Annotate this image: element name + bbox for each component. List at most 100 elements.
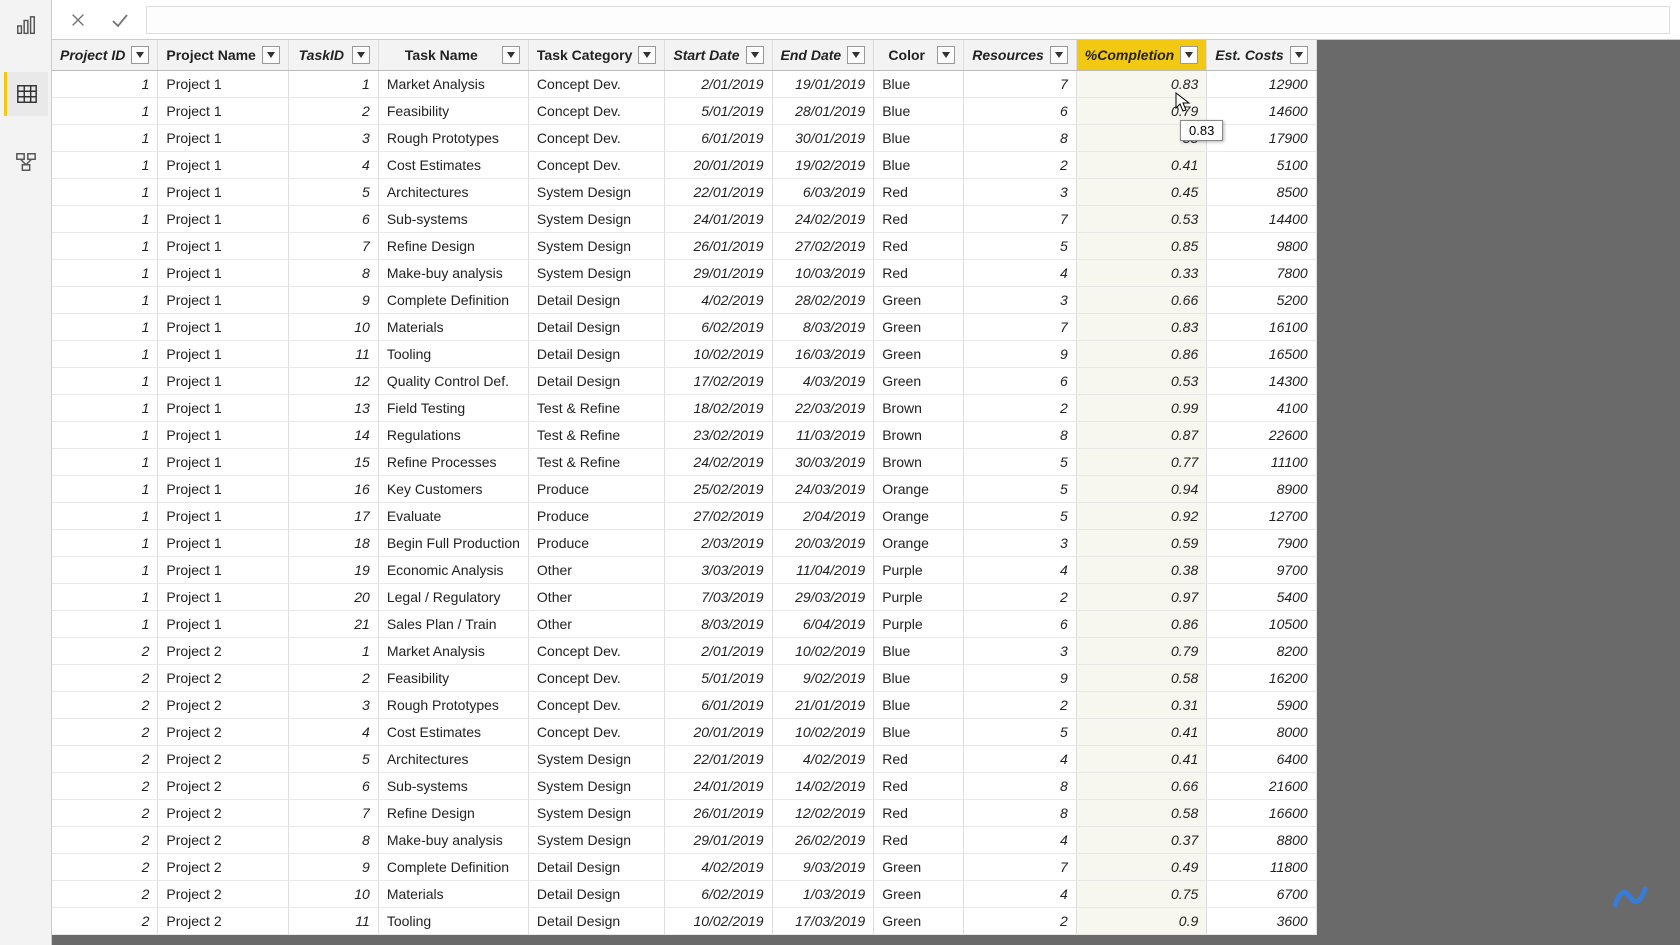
cell-pct[interactable]: 0.38: [1076, 556, 1206, 583]
cell-pct[interactable]: 0.53: [1076, 367, 1206, 394]
cell-resources[interactable]: 6: [964, 97, 1077, 124]
cell-category[interactable]: Detail Design: [528, 286, 664, 313]
table-row[interactable]: 1Project 19Complete DefinitionDetail Des…: [52, 286, 1316, 313]
cell-task_name[interactable]: Evaluate: [378, 502, 528, 529]
cell-color[interactable]: Green: [874, 313, 964, 340]
cell-task_name[interactable]: Rough Prototypes: [378, 124, 528, 151]
cell-task_id[interactable]: 4: [288, 718, 378, 745]
cell-task_name[interactable]: Make-buy analysis: [378, 826, 528, 853]
cell-project_name[interactable]: Project 2: [158, 745, 288, 772]
cell-pct[interactable]: 0.41: [1076, 151, 1206, 178]
cell-color[interactable]: Red: [874, 799, 964, 826]
table-row[interactable]: 2Project 210MaterialsDetail Design6/02/2…: [52, 880, 1316, 907]
cell-start[interactable]: 2/03/2019: [665, 529, 772, 556]
cell-task_id[interactable]: 16: [288, 475, 378, 502]
cell-task_name[interactable]: Feasibility: [378, 664, 528, 691]
cell-project_id[interactable]: 1: [52, 97, 158, 124]
cell-resources[interactable]: 3: [964, 286, 1077, 313]
cell-project_id[interactable]: 1: [52, 421, 158, 448]
cell-task_name[interactable]: Make-buy analysis: [378, 259, 528, 286]
cell-color[interactable]: Orange: [874, 529, 964, 556]
table-row[interactable]: 1Project 111ToolingDetail Design10/02/20…: [52, 340, 1316, 367]
cell-task_id[interactable]: 7: [288, 799, 378, 826]
cell-pct[interactable]: 0.33: [1076, 259, 1206, 286]
table-row[interactable]: 2Project 23Rough PrototypesConcept Dev.6…: [52, 691, 1316, 718]
table-row[interactable]: 1Project 112Quality Control Def.Detail D…: [52, 367, 1316, 394]
cell-task_name[interactable]: Cost Estimates: [378, 718, 528, 745]
cell-cost[interactable]: 21600: [1207, 772, 1316, 799]
cell-start[interactable]: 5/01/2019: [665, 664, 772, 691]
cell-task_name[interactable]: Regulations: [378, 421, 528, 448]
cell-start[interactable]: 6/01/2019: [665, 691, 772, 718]
cell-end[interactable]: 10/03/2019: [772, 259, 874, 286]
cell-project_name[interactable]: Project 2: [158, 853, 288, 880]
cell-pct[interactable]: 0.86: [1076, 340, 1206, 367]
cell-task_id[interactable]: 21: [288, 610, 378, 637]
cell-project_id[interactable]: 1: [52, 367, 158, 394]
cell-color[interactable]: Red: [874, 745, 964, 772]
cell-task_name[interactable]: Rough Prototypes: [378, 691, 528, 718]
cell-project_name[interactable]: Project 2: [158, 826, 288, 853]
cell-category[interactable]: Produce: [528, 529, 664, 556]
cell-task_name[interactable]: Tooling: [378, 907, 528, 934]
cell-end[interactable]: 9/02/2019: [772, 664, 874, 691]
cell-resources[interactable]: 2: [964, 907, 1077, 934]
cell-start[interactable]: 17/02/2019: [665, 367, 772, 394]
cell-cost[interactable]: 4100: [1207, 394, 1316, 421]
cell-end[interactable]: 9/03/2019: [772, 853, 874, 880]
cell-color[interactable]: Blue: [874, 97, 964, 124]
cell-project_id[interactable]: 2: [52, 718, 158, 745]
cell-task_id[interactable]: 13: [288, 394, 378, 421]
cell-cost[interactable]: 5400: [1207, 583, 1316, 610]
cell-color[interactable]: Green: [874, 340, 964, 367]
cell-task_id[interactable]: 5: [288, 178, 378, 205]
column-filter-dropdown-icon[interactable]: [847, 46, 865, 64]
cell-end[interactable]: 10/02/2019: [772, 637, 874, 664]
cell-task_id[interactable]: 17: [288, 502, 378, 529]
column-filter-dropdown-icon[interactable]: [746, 46, 764, 64]
cell-project_name[interactable]: Project 2: [158, 880, 288, 907]
cell-task_id[interactable]: 20: [288, 583, 378, 610]
cell-end[interactable]: 16/03/2019: [772, 340, 874, 367]
cell-project_id[interactable]: 2: [52, 637, 158, 664]
cell-start[interactable]: 20/01/2019: [665, 151, 772, 178]
column-header-category[interactable]: Task Category: [528, 40, 664, 70]
cell-category[interactable]: Produce: [528, 502, 664, 529]
cell-task_id[interactable]: 10: [288, 880, 378, 907]
cell-end[interactable]: 4/03/2019: [772, 367, 874, 394]
cell-cost[interactable]: 8500: [1207, 178, 1316, 205]
cell-start[interactable]: 24/02/2019: [665, 448, 772, 475]
cell-category[interactable]: Detail Design: [528, 853, 664, 880]
cell-category[interactable]: Concept Dev.: [528, 664, 664, 691]
cell-pct[interactable]: 55: [1076, 124, 1206, 151]
cell-task_name[interactable]: Architectures: [378, 178, 528, 205]
cell-category[interactable]: Test & Refine: [528, 421, 664, 448]
cell-task_id[interactable]: 6: [288, 772, 378, 799]
cell-task_id[interactable]: 11: [288, 340, 378, 367]
cell-task_id[interactable]: 19: [288, 556, 378, 583]
cell-end[interactable]: 30/03/2019: [772, 448, 874, 475]
cell-color[interactable]: Red: [874, 178, 964, 205]
cell-pct[interactable]: 0.92: [1076, 502, 1206, 529]
cell-task_id[interactable]: 9: [288, 286, 378, 313]
cell-pct[interactable]: 0.9: [1076, 907, 1206, 934]
column-filter-dropdown-icon[interactable]: [262, 46, 280, 64]
table-row[interactable]: 1Project 17Refine DesignSystem Design26/…: [52, 232, 1316, 259]
cell-cost[interactable]: 9700: [1207, 556, 1316, 583]
cell-project_id[interactable]: 1: [52, 178, 158, 205]
cell-resources[interactable]: 2: [964, 151, 1077, 178]
cell-project_name[interactable]: Project 1: [158, 313, 288, 340]
cell-project_id[interactable]: 1: [52, 205, 158, 232]
cell-end[interactable]: 12/02/2019: [772, 799, 874, 826]
cell-category[interactable]: System Design: [528, 232, 664, 259]
cell-category[interactable]: System Design: [528, 259, 664, 286]
cell-project_id[interactable]: 1: [52, 394, 158, 421]
table-row[interactable]: 2Project 21Market AnalysisConcept Dev.2/…: [52, 637, 1316, 664]
cell-project_name[interactable]: Project 1: [158, 448, 288, 475]
cell-project_id[interactable]: 1: [52, 259, 158, 286]
cell-color[interactable]: Orange: [874, 502, 964, 529]
cell-resources[interactable]: 5: [964, 448, 1077, 475]
cell-cost[interactable]: 11800: [1207, 853, 1316, 880]
cell-cost[interactable]: 17900: [1207, 124, 1316, 151]
cell-color[interactable]: Blue: [874, 691, 964, 718]
